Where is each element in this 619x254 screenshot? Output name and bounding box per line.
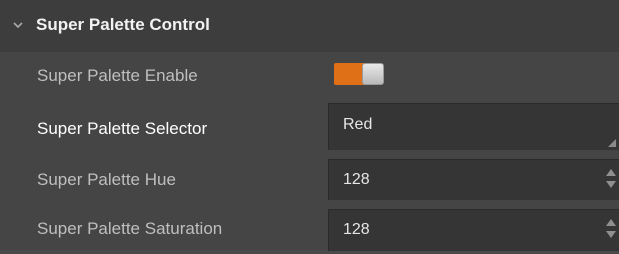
super-palette-hue-value: 128 <box>343 171 370 188</box>
dropdown-corner-icon <box>608 139 616 147</box>
section-header-super-palette-control[interactable]: Super Palette Control <box>0 0 619 52</box>
row-super-palette-enable: Super Palette Enable <box>0 52 619 102</box>
row-super-palette-saturation: Super Palette Saturation 128 <box>0 204 619 254</box>
spin-up-icon[interactable] <box>606 219 616 226</box>
super-palette-hue-spinner[interactable] <box>606 169 616 189</box>
chevron-down-icon[interactable] <box>11 18 25 32</box>
section-title: Super Palette Control <box>36 15 210 34</box>
super-palette-selector-label: Super Palette Selector <box>37 119 208 138</box>
super-palette-saturation-value: 128 <box>343 221 370 238</box>
super-palette-saturation-input[interactable]: 128 <box>328 209 619 251</box>
spin-up-icon[interactable] <box>606 169 616 176</box>
super-palette-enable-toggle[interactable] <box>334 63 385 85</box>
super-palette-selector-value: Red <box>343 116 373 133</box>
toggle-knob <box>362 63 384 85</box>
spin-down-icon[interactable] <box>606 231 616 238</box>
super-palette-saturation-label: Super Palette Saturation <box>37 219 223 238</box>
row-super-palette-selector: Super Palette Selector Red <box>0 103 619 154</box>
row-super-palette-hue: Super Palette Hue 128 <box>0 156 619 206</box>
property-panel: Super Palette Control Super Palette Enab… <box>0 0 619 251</box>
super-palette-saturation-spinner[interactable] <box>606 219 616 239</box>
super-palette-hue-label: Super Palette Hue <box>37 170 176 189</box>
spin-down-icon[interactable] <box>606 181 616 188</box>
super-palette-selector-dropdown[interactable]: Red <box>328 103 619 150</box>
super-palette-enable-label: Super Palette Enable <box>37 66 198 85</box>
super-palette-hue-input[interactable]: 128 <box>328 159 619 200</box>
